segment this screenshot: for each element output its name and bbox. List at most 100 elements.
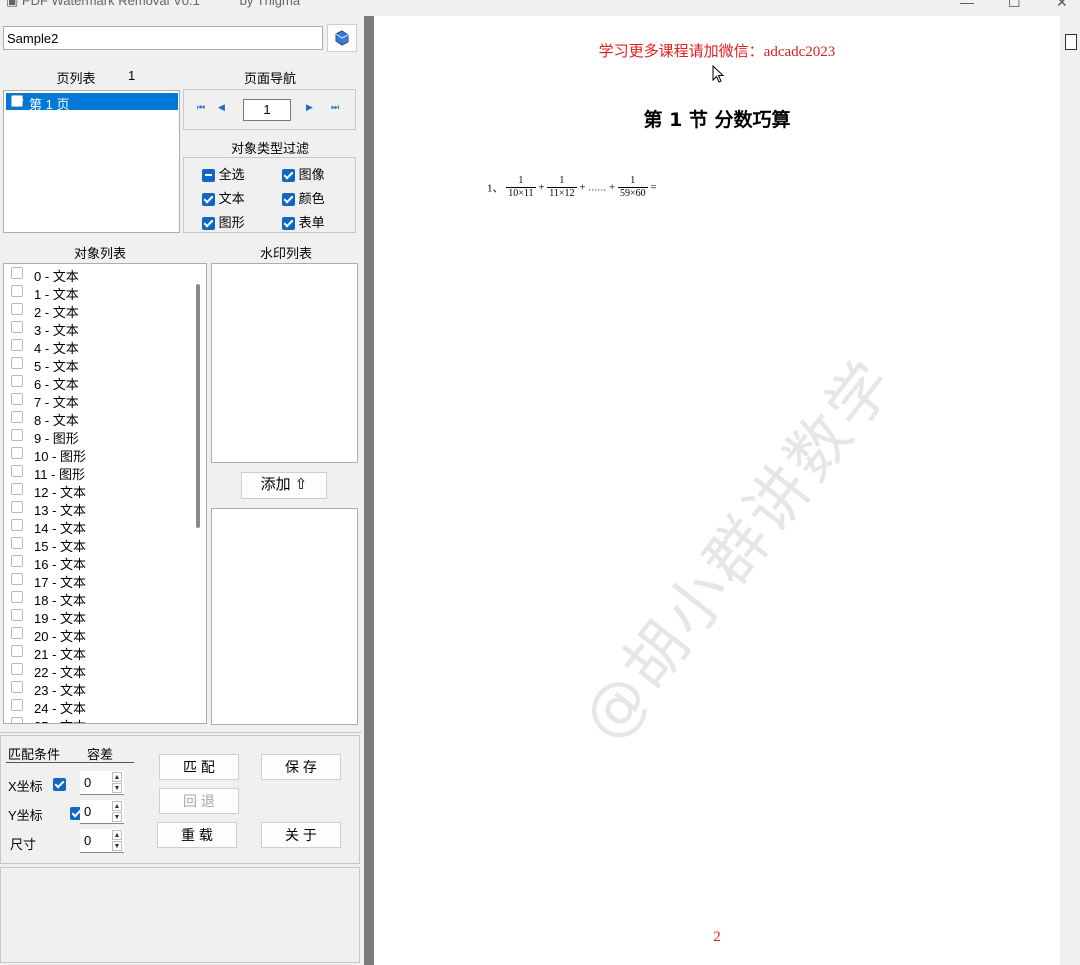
object-list-scrollbar[interactable] (196, 284, 200, 528)
viewer-scrollbar[interactable] (1060, 16, 1080, 965)
object-checkbox[interactable] (11, 573, 23, 585)
maximize-icon[interactable]: ☐ (1008, 0, 1021, 11)
list-item[interactable]: 14 - 文本 (4, 517, 190, 536)
list-item[interactable]: 8 - 文本 (4, 409, 190, 428)
object-checkbox[interactable] (11, 555, 23, 567)
list-item[interactable]: 3 - 文本 (4, 319, 190, 338)
list-item[interactable]: 16 - 文本 (4, 553, 190, 572)
viewer-scroll-thumb[interactable] (1065, 34, 1077, 50)
list-item[interactable]: 4 - 文本 (4, 337, 190, 356)
object-checkbox[interactable] (11, 375, 23, 387)
page-checkbox[interactable] (11, 95, 23, 107)
object-checkbox[interactable] (11, 411, 23, 423)
object-list[interactable]: 0 - 文本 1 - 文本 2 - 文本 3 - 文本 4 - 文本 5 - 文本 6 - … (3, 263, 207, 724)
list-item[interactable]: 6 - 文本 (4, 373, 190, 392)
tolerance-label: 容差 (87, 747, 114, 762)
fraction: 1 11×12 (547, 175, 577, 199)
pdf-page[interactable]: 学习更多课程请加微信：adcadc2023 第 1 节 分数巧算 1、 1 10×… (374, 16, 1060, 965)
object-checkbox[interactable] (11, 609, 23, 621)
first-page-icon[interactable]: ⏮ (197, 102, 205, 113)
list-item[interactable]: 17 - 文本 (4, 571, 190, 590)
object-checkbox[interactable] (11, 537, 23, 549)
list-item[interactable]: 19 - 文本 (4, 607, 190, 626)
prev-page-icon[interactable]: ◀ (218, 102, 225, 113)
list-item[interactable]: 5 - 文本 (4, 355, 190, 374)
match-underline (6, 762, 134, 763)
list-item[interactable]: 11 - 图形 (4, 463, 190, 482)
object-checkbox[interactable] (11, 339, 23, 351)
list-item[interactable]: 12 - 文本 (4, 481, 190, 500)
close-icon[interactable]: ✕ (1056, 0, 1068, 11)
object-checkbox[interactable] (11, 501, 23, 513)
ellipsis: …… (588, 182, 607, 193)
page-number-input[interactable]: 1 (243, 99, 291, 121)
filter-color[interactable]: 颜色 (282, 188, 325, 207)
equals-sign: = (650, 181, 657, 194)
watermark-list-title: 水印列表 (259, 246, 312, 261)
list-item[interactable]: 10 - 图形 (4, 445, 190, 464)
object-checkbox[interactable] (11, 267, 23, 279)
watermark-detail-list[interactable] (211, 508, 358, 725)
list-item[interactable]: 2 - 文本 (4, 301, 190, 320)
list-item[interactable]: 7 - 文本 (4, 391, 190, 410)
about-button[interactable]: 关 于 (261, 822, 341, 848)
filter-shape[interactable]: 图形 (202, 212, 245, 231)
match-button[interactable]: 匹 配 (159, 754, 239, 780)
list-item[interactable]: 25 - 文本 (4, 715, 190, 723)
object-checkbox[interactable] (11, 519, 23, 531)
x-tolerance-stepper[interactable]: 0 ▲ ▼ (80, 771, 124, 795)
object-checkbox[interactable] (11, 357, 23, 369)
object-checkbox[interactable] (11, 681, 23, 693)
page-list-item[interactable]: 第 1 页 (6, 93, 178, 112)
list-item[interactable]: 0 - 文本 (4, 265, 190, 284)
list-item[interactable]: 23 - 文本 (4, 679, 190, 698)
list-item[interactable]: 20 - 文本 (4, 625, 190, 644)
list-item[interactable]: 15 - 文本 (4, 535, 190, 554)
object-checkbox[interactable] (11, 465, 23, 477)
section-heading: 第 1 节 分数巧算 (643, 109, 791, 131)
list-item[interactable]: 18 - 文本 (4, 589, 190, 608)
y-tolerance-stepper[interactable]: 0 ▲ ▼ (80, 800, 124, 824)
open-file-button[interactable] (327, 24, 357, 52)
watermark-list[interactable] (211, 263, 358, 463)
filter-select-all[interactable]: 全选 (202, 164, 245, 183)
object-checkbox[interactable] (11, 717, 23, 723)
list-item[interactable]: 21 - 文本 (4, 643, 190, 662)
folder-icon (335, 30, 349, 46)
object-checkbox[interactable] (11, 303, 23, 315)
size-tolerance-stepper[interactable]: 0 ▲ ▼ (80, 829, 124, 853)
list-item[interactable]: 22 - 文本 (4, 661, 190, 680)
object-checkbox[interactable] (11, 429, 23, 441)
file-path-input[interactable]: Sample2 (3, 26, 323, 50)
minimize-icon[interactable]: — (960, 0, 974, 10)
add-watermark-button[interactable]: 添加 ⇧ (241, 472, 327, 499)
object-checkbox[interactable] (11, 699, 23, 711)
list-item[interactable]: 13 - 文本 (4, 499, 190, 518)
object-checkbox[interactable] (11, 321, 23, 333)
reload-button[interactable]: 重 载 (157, 822, 237, 848)
last-page-icon[interactable]: ⏭ (331, 102, 339, 113)
page-list[interactable]: 第 1 页 (3, 90, 180, 233)
object-checkbox[interactable] (11, 285, 23, 297)
list-item[interactable]: 1 - 文本 (4, 283, 190, 302)
x-coord-checkbox[interactable] (53, 778, 66, 792)
filter-form[interactable]: 表单 (282, 212, 325, 231)
next-page-icon[interactable]: ▶ (306, 102, 313, 113)
pdf-viewer[interactable]: 学习更多课程请加微信：adcadc2023 第 1 节 分数巧算 1、 1 10×… (364, 16, 1080, 965)
watermark-text: @胡小群讲数学 (567, 344, 910, 754)
list-item[interactable]: 24 - 文本 (4, 697, 190, 716)
filter-image[interactable]: 图像 (282, 164, 325, 183)
object-checkbox[interactable] (11, 627, 23, 639)
filter-group: 全选 图像 文本 颜色 图形 表单 (183, 157, 356, 233)
undo-button[interactable]: 回 退 (159, 788, 239, 814)
object-checkbox[interactable] (11, 663, 23, 675)
object-checkbox[interactable] (11, 393, 23, 405)
object-checkbox[interactable] (11, 591, 23, 603)
filter-text[interactable]: 文本 (202, 188, 245, 207)
list-item[interactable]: 9 - 图形 (4, 427, 190, 446)
match-condition-label: 匹配条件 (8, 747, 61, 762)
save-button[interactable]: 保 存 (261, 754, 341, 780)
object-checkbox[interactable] (11, 447, 23, 459)
object-checkbox[interactable] (11, 645, 23, 657)
object-checkbox[interactable] (11, 483, 23, 495)
